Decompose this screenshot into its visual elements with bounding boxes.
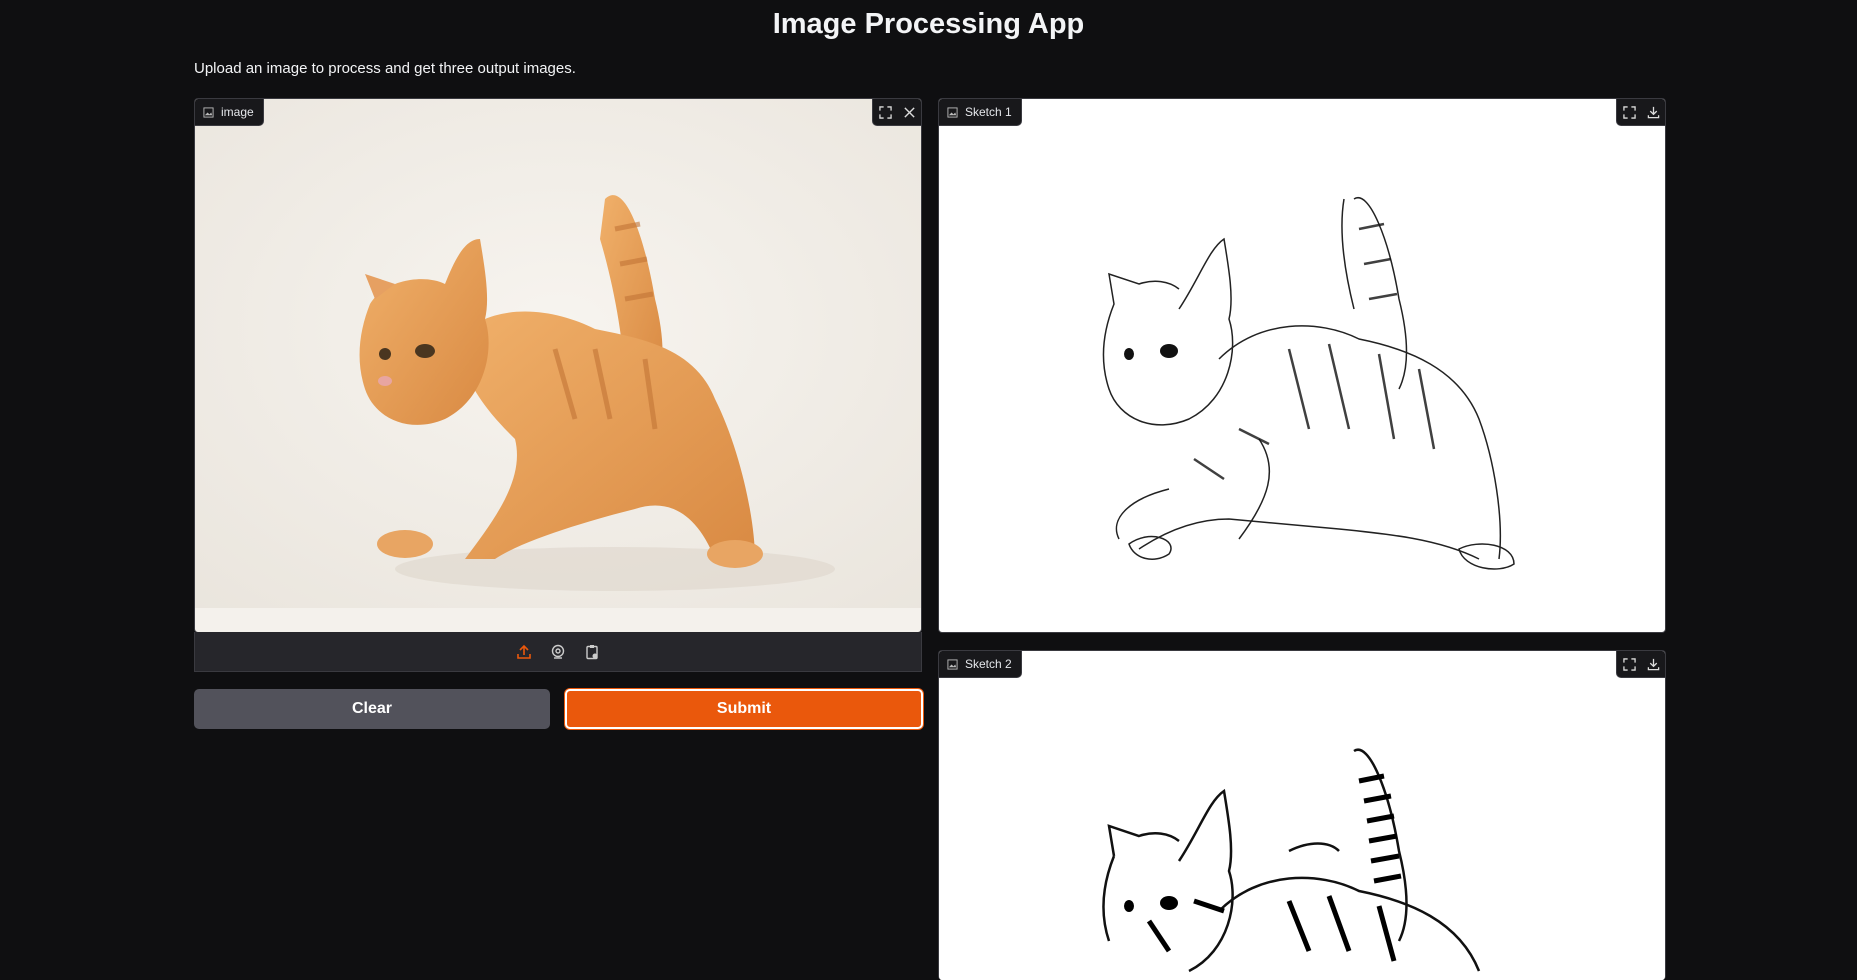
sketch-2-header-actions: [1616, 651, 1665, 678]
sketch-2-label-text: Sketch 2: [965, 657, 1012, 671]
download-button[interactable]: [1641, 99, 1665, 125]
upload-button[interactable]: [512, 639, 536, 665]
image-icon: [947, 658, 958, 670]
page-title: Image Processing App: [772, 8, 1085, 40]
fullscreen-button[interactable]: [1617, 99, 1641, 125]
webcam-icon: [551, 644, 565, 659]
sketch-1-header-actions: [1616, 99, 1665, 126]
sketch-1-label-text: Sketch 1: [965, 105, 1012, 119]
clear-image-button[interactable]: [897, 99, 921, 125]
paste-clipboard-button[interactable]: [580, 639, 604, 665]
submit-button[interactable]: Submit: [565, 689, 923, 729]
input-image-label: image: [195, 99, 264, 126]
sketch-2-output-panel: Sketch 2: [938, 650, 1666, 980]
clipboard-icon: [586, 644, 598, 659]
sketch-2-label: Sketch 2: [939, 651, 1022, 678]
image-icon: [947, 106, 958, 118]
clear-button[interactable]: Clear: [194, 689, 550, 729]
sketch-1-label: Sketch 1: [939, 99, 1022, 126]
sketch-1-image: [939, 99, 1665, 608]
sketch-2-image: [939, 651, 1665, 980]
image-icon: [203, 106, 214, 118]
fullscreen-button[interactable]: [873, 99, 897, 125]
input-cat-photo: [195, 99, 921, 608]
page-description: Upload an image to process and get three…: [194, 60, 576, 77]
sketch-1-output-panel: Sketch 1: [938, 98, 1666, 633]
download-icon: [1647, 106, 1659, 118]
upload-icon: [517, 644, 531, 659]
fullscreen-icon: [1622, 105, 1636, 119]
close-icon: [903, 106, 915, 118]
download-button[interactable]: [1641, 651, 1665, 677]
fullscreen-icon: [1622, 657, 1636, 671]
input-image-header-actions: [872, 99, 921, 126]
input-source-toolbar: [194, 632, 922, 672]
fullscreen-button[interactable]: [1617, 651, 1641, 677]
webcam-button[interactable]: [546, 639, 570, 665]
input-image-panel[interactable]: image: [194, 98, 922, 633]
input-image-label-text: image: [221, 105, 254, 119]
fullscreen-icon: [878, 105, 892, 119]
download-icon: [1647, 658, 1659, 670]
